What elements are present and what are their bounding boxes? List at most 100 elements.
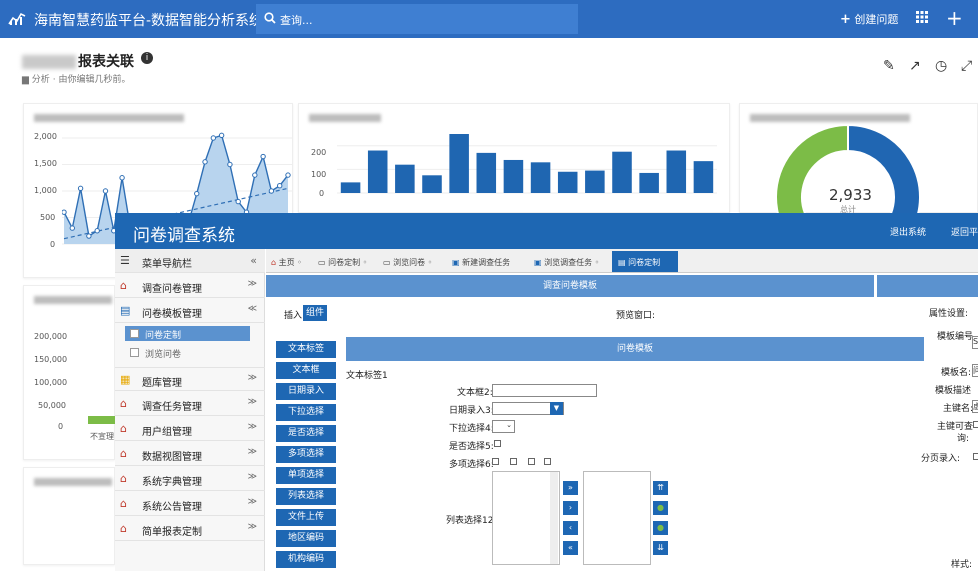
textbox-button[interactable]: 文本框 [276, 362, 336, 379]
bar-mark [585, 170, 605, 193]
move-down-icon[interactable]: ● [653, 521, 668, 535]
tpl-no-input[interactable]: S [972, 336, 978, 349]
multi-select-label: 多项选择6: [449, 460, 494, 470]
menu-item-label: 调查任务管理 [142, 402, 202, 413]
multi-checkbox[interactable] [510, 458, 517, 465]
apps-grid-icon[interactable] [916, 11, 928, 23]
survey-header: 问卷调查系统 退出系统 返回平 [115, 213, 978, 249]
hbar-chart-card: 200,000 150,000 100,000 50,000 0 不宣理 [23, 285, 116, 460]
yesno-button[interactable]: 是否选择 [276, 425, 336, 442]
date-input-button[interactable]: 日期录入 [276, 383, 336, 400]
multi-select-button[interactable]: 多项选择 [276, 446, 336, 463]
menu-item-notice-manage[interactable]: ⌂ 系统公告管理 ≫ [115, 492, 265, 516]
y-tick: 500 [40, 213, 56, 222]
tab-browse-task[interactable]: ▣ 浏览调查任务 ◦ [534, 251, 606, 272]
menu-item-dataview-manage[interactable]: ⌂ 数据视图管理 ≫ [115, 442, 265, 466]
multi-checkbox[interactable] [544, 458, 551, 465]
collapse-menu-icon[interactable]: « [250, 254, 257, 267]
tab-template-customize[interactable]: ▭ 问卷定制 ◦ [318, 251, 373, 272]
submenu-item-browse-survey[interactable]: 浏览问卷 [125, 345, 250, 360]
pk-name-input[interactable]: 虚 [972, 400, 978, 413]
move-up-icon[interactable]: ● [653, 501, 668, 515]
menu-item-usergroup-manage[interactable]: ⌂ 用户组管理 ≫ [115, 417, 265, 441]
search-input[interactable]: 查询... [256, 4, 578, 34]
menu-item-task-manage[interactable]: ⌂ 调查任务管理 ≫ [115, 392, 265, 416]
scrollbar[interactable] [550, 472, 558, 564]
breadcrumb: ▆ 分析 · 由你编辑几秒前。 [22, 72, 130, 85]
menu-item-question-bank[interactable]: ▦ 题库管理 ≫ [115, 367, 265, 391]
y-tick: 200,000 [34, 332, 68, 341]
paging-checkbox[interactable] [973, 453, 978, 460]
region-code-button[interactable]: 地区编码 [276, 530, 336, 547]
move-bottom-icon[interactable]: ⇊ [653, 541, 668, 555]
y-tick: 100 [311, 170, 327, 179]
tab-template-customize-active[interactable]: ▤ 问卷定制 [612, 251, 678, 272]
fullscreen-icon[interactable]: ⤢ [961, 58, 972, 74]
breadcrumb-separator: · [52, 75, 56, 85]
menu-item-label: 数据视图管理 [142, 452, 202, 463]
create-question-button[interactable]: + 创建问题 [840, 11, 898, 27]
back-platform-link[interactable]: 返回平 [951, 225, 978, 238]
breadcrumb-section[interactable]: 分析 [32, 75, 50, 85]
tab-home[interactable]: ⌂ 主页 ◦ [271, 251, 313, 272]
menu-item-survey-manage[interactable]: ⌂ 调查问卷管理 ≫ [115, 274, 265, 298]
tab-browse-survey[interactable]: ▭ 浏览问卷 ◦ [383, 251, 435, 272]
exit-system-link[interactable]: 退出系统 [890, 225, 926, 238]
home-icon: ⌂ [120, 279, 127, 292]
org-code-button[interactable]: 机构编码 [276, 551, 336, 568]
breadcrumb-edit-info: 由你编辑几秒前。 [58, 75, 131, 85]
list-target-box[interactable] [583, 471, 651, 565]
style-label: 样式: [951, 560, 973, 570]
dropdown-button[interactable]: 下拉选择 [276, 404, 336, 421]
multi-checkbox[interactable] [528, 458, 535, 465]
tab-label: 浏览调查任务 [544, 258, 593, 267]
data-point [119, 175, 125, 181]
tab-label: 问卷定制 [328, 258, 361, 267]
home-icon: ⌂ [271, 258, 277, 267]
bar-mark [612, 151, 632, 193]
move-all-left-icon[interactable]: « [563, 541, 578, 555]
bar-mark [395, 164, 415, 193]
text-label-button[interactable]: 文本标签 [276, 341, 336, 358]
menu-item-template-manage[interactable]: ▤ 问卷模板管理 ≪ [115, 299, 265, 323]
properties-panel: 属性设置: 模板编号 S 模板名: 问 模板描述 主键名: 虚 主键可查 询: … [921, 299, 978, 571]
menu-item-label: 用户组管理 [142, 427, 192, 438]
props-title: 属性设置: [929, 309, 969, 319]
move-top-icon[interactable]: ⇈ [653, 481, 668, 495]
single-select-button[interactable]: 单项选择 [276, 467, 336, 484]
chevron-down-icon: ≫ [247, 447, 257, 457]
top-bar: 海南智慧药监平台-数据智能分析系统 查询... + 创建问题 + [0, 0, 978, 38]
calendar-dropdown-icon[interactable]: ▼ [550, 402, 563, 415]
textbox-input[interactable] [492, 384, 597, 397]
multi-checkbox[interactable] [492, 458, 499, 465]
tab-new-task[interactable]: ▣ 新建调查任务 [452, 251, 524, 272]
move-left-icon[interactable]: ‹ [563, 521, 578, 535]
text-label-field: 文本标签1 [346, 371, 388, 381]
clock-icon[interactable]: ◷ [935, 58, 947, 74]
chevron-up-icon: ≪ [247, 304, 257, 314]
list-select-label: 列表选择12: [446, 516, 497, 526]
yesno-checkbox[interactable] [494, 440, 501, 447]
tpl-name-input[interactable]: 问 [972, 364, 978, 377]
move-right-icon[interactable]: › [563, 501, 578, 515]
bank-icon: ▦ [120, 373, 131, 386]
data-point [260, 153, 266, 160]
menu-item-dictionary-manage[interactable]: ⌂ 系统字典管理 ≫ [115, 467, 265, 491]
pk-query-checkbox[interactable] [973, 421, 978, 428]
y-tick: 200 [311, 148, 327, 157]
file-upload-button[interactable]: 文件上传 [276, 509, 336, 526]
date-label: 日期录入3: [449, 406, 494, 416]
list-select-button[interactable]: 列表选择 [276, 488, 336, 505]
redacted-card-title [750, 114, 910, 122]
info-icon[interactable]: i [141, 52, 153, 64]
share-arrow-icon[interactable]: ↗ [909, 58, 921, 74]
menu-item-report-custom[interactable]: ⌂ 简单报表定制 ≫ [115, 517, 265, 541]
move-all-right-icon[interactable]: » [563, 481, 578, 495]
component-tab-button[interactable]: 组件 [303, 305, 327, 321]
add-plus-icon[interactable]: + [946, 6, 963, 30]
submenu-item-template-customize[interactable]: 问卷定制 [125, 326, 250, 341]
dropdown-select[interactable]: ⌄ [492, 420, 515, 433]
edit-pencil-icon[interactable]: ✎ [883, 58, 895, 74]
bar-mark [693, 161, 714, 193]
home-icon: ⌂ [120, 447, 127, 460]
